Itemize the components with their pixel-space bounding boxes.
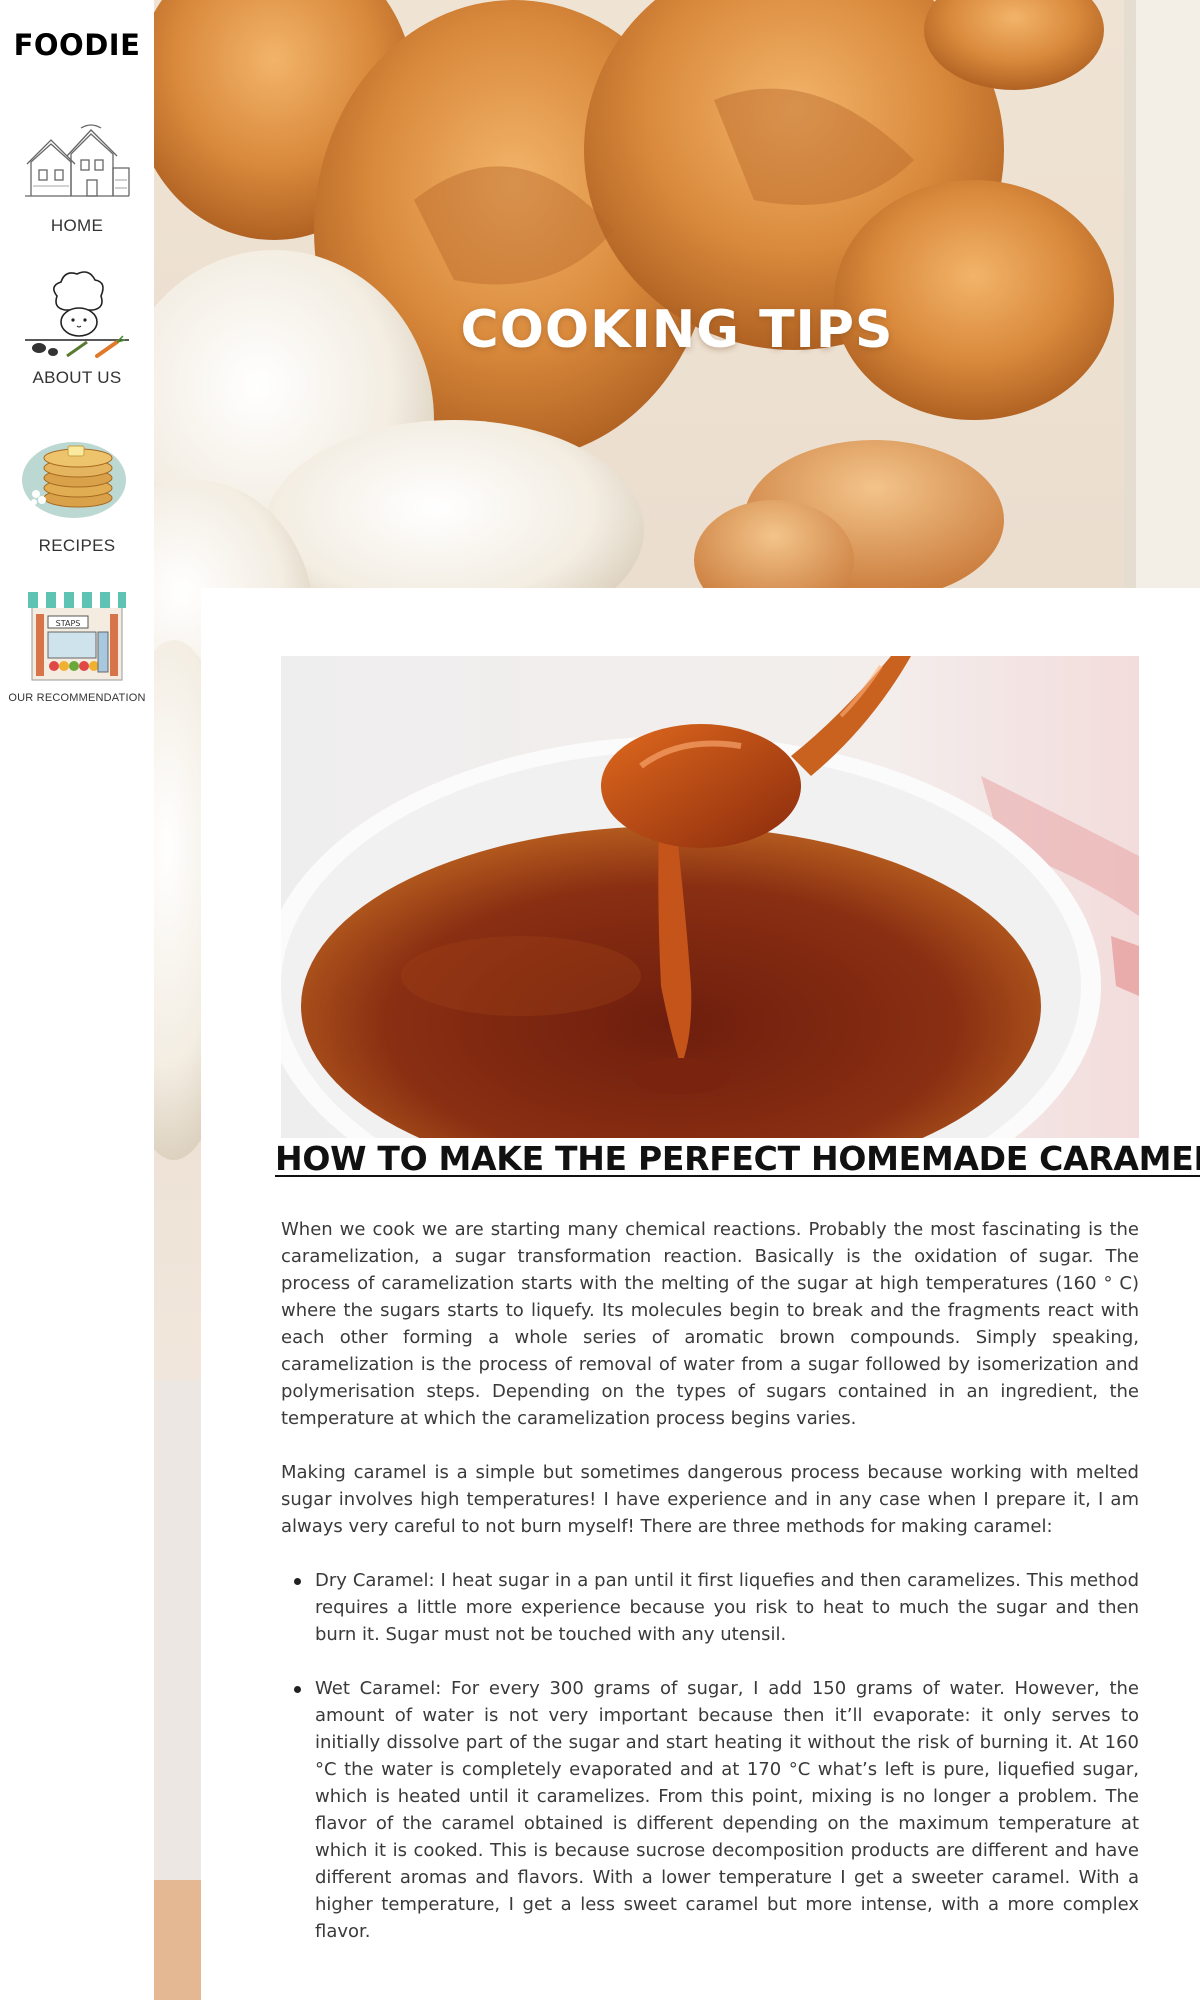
sidebar-item-recipes[interactable]: RECIPES xyxy=(0,428,154,556)
hero-title: COOKING TIPS xyxy=(460,300,894,360)
article-paragraph: Making caramel is a simple but sometimes… xyxy=(281,1462,1139,1537)
pancakes-illustration-icon xyxy=(0,428,154,528)
chef-illustration-icon xyxy=(0,268,154,364)
sidebar: FOODIE HOME ABOUT US RECIPES STAPS OUR R… xyxy=(0,0,154,2000)
caramel-photo xyxy=(281,656,1139,1138)
list-item: Wet Caramel: For every 300 grams of suga… xyxy=(281,1675,1139,1945)
list-item: Dry Caramel: I heat sugar in a pan until… xyxy=(281,1567,1139,1648)
sidebar-item-label: ABOUT US xyxy=(32,368,122,387)
article-title[interactable]: HOW TO MAKE THE PERFECT HOMEMADE CARAMEL xyxy=(275,1139,1200,1178)
svg-text:STAPS: STAPS xyxy=(56,619,81,628)
article-paragraph: When we cook we are starting many chemic… xyxy=(281,1219,1139,1429)
sidebar-item-label: RECIPES xyxy=(38,536,116,555)
sidebar-item-about-us[interactable]: ABOUT US xyxy=(0,268,154,388)
house-illustration-icon xyxy=(0,124,154,208)
article-body: When we cook we are starting many chemic… xyxy=(281,1216,1139,1972)
article-card: HOW TO MAKE THE PERFECT HOMEMADE CARAMEL… xyxy=(201,588,1200,2000)
sidebar-item-label: OUR RECOMMENDATION xyxy=(8,692,146,704)
methods-list: Dry Caramel: I heat sugar in a pan until… xyxy=(281,1567,1139,1945)
sidebar-item-label: HOME xyxy=(50,216,104,235)
sidebar-item-our-recommendation[interactable]: STAPS OUR RECOMMENDATION xyxy=(0,586,154,704)
shop-illustration-icon: STAPS xyxy=(0,586,154,686)
site-logo[interactable]: FOODIE xyxy=(0,28,154,62)
sidebar-item-home[interactable]: HOME xyxy=(0,124,154,236)
